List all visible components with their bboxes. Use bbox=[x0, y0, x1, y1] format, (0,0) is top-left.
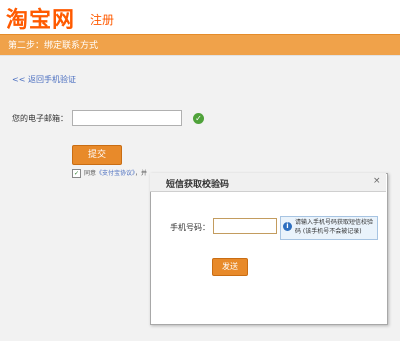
email-input[interactable] bbox=[72, 110, 182, 126]
step-title: 第二步：绑定联系方式 bbox=[8, 41, 99, 51]
phone-label: 手机号码： bbox=[170, 223, 210, 232]
email-label: 您的电子邮箱： bbox=[12, 114, 68, 123]
dialog-title: 短信获取校验码 bbox=[166, 180, 230, 190]
send-button[interactable]: 发送 bbox=[212, 258, 248, 276]
sms-code-dialog bbox=[150, 173, 388, 325]
info-icon: i bbox=[283, 222, 292, 231]
close-icon[interactable]: × bbox=[373, 176, 381, 186]
phone-hint-text: 请输入手机号码获取短信校验码 (该手机号不会被记录) bbox=[295, 219, 374, 235]
agreement-checkbox[interactable]: ✓ bbox=[72, 169, 81, 178]
alipay-agreement-link[interactable]: 《支付宝协议》 bbox=[96, 170, 135, 177]
phone-input[interactable] bbox=[213, 218, 277, 234]
agreement-text: 同意《支付宝协议》，并 bbox=[84, 168, 147, 177]
agreement-prefix: 同意 bbox=[84, 170, 97, 177]
check-circle-icon: ✓ bbox=[193, 113, 204, 124]
register-title: 注册 bbox=[90, 13, 115, 27]
submit-button[interactable]: 提交 bbox=[72, 145, 122, 165]
agreement-suffix: ，并 bbox=[135, 170, 148, 177]
taobao-logo: 淘宝网 bbox=[6, 8, 76, 33]
back-to-phone-verification-link[interactable]: << 返回手机验证 bbox=[12, 74, 76, 85]
